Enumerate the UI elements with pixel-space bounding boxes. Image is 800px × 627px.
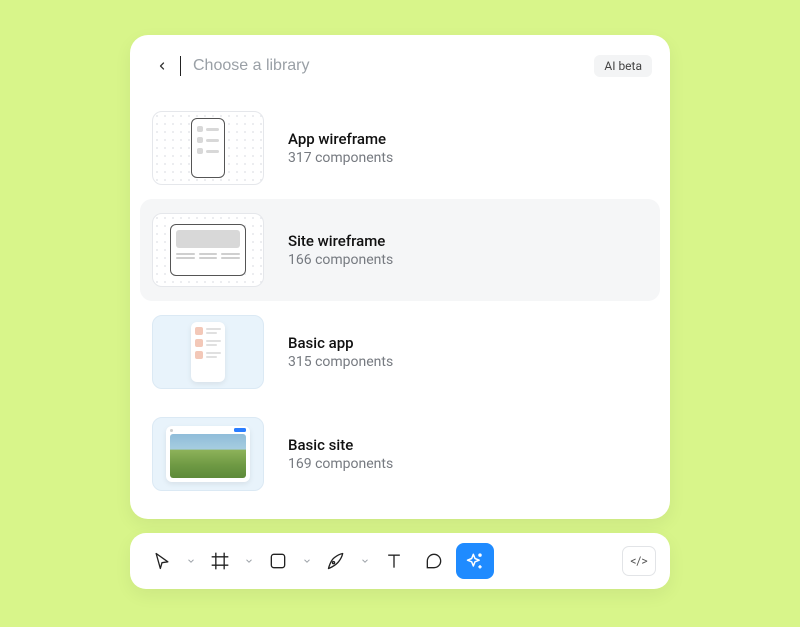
thumbnail-basic-site [152,417,264,491]
comment-tool[interactable] [416,543,452,579]
library-panel: AI beta App wireframe 317 components [130,35,670,519]
frame-tool-chevron[interactable] [242,543,256,579]
library-item-site-wireframe[interactable]: Site wireframe 166 components [140,199,660,301]
library-count: 317 components [288,150,393,166]
library-count: 166 components [288,252,393,268]
library-item-app-wireframe[interactable]: App wireframe 317 components [140,97,660,199]
library-title: App wireframe [288,130,393,148]
text-tool[interactable] [376,543,412,579]
tool-bar: </> [130,533,670,589]
shape-tool-chevron[interactable] [300,543,314,579]
thumbnail-basic-app [152,315,264,389]
shape-tool[interactable] [260,543,296,579]
ai-tool[interactable] [456,543,494,579]
ai-beta-badge[interactable]: AI beta [594,55,652,77]
back-button[interactable] [152,56,172,76]
pen-tool-chevron[interactable] [358,543,372,579]
text-cursor [180,56,181,76]
thumbnail-site-wireframe [152,213,264,287]
library-title: Basic app [288,334,393,352]
pen-tool[interactable] [318,543,354,579]
library-title: Basic site [288,436,393,454]
library-count: 315 components [288,354,393,370]
library-search-input[interactable] [191,53,586,79]
frame-tool[interactable] [202,543,238,579]
library-title: Site wireframe [288,232,393,250]
library-item-basic-app[interactable]: Basic app 315 components [140,301,660,403]
library-list: App wireframe 317 components Site wirefr… [140,97,660,505]
dev-mode-toggle[interactable]: </> [622,546,656,576]
thumbnail-app-wireframe [152,111,264,185]
library-count: 169 components [288,456,393,472]
select-tool-chevron[interactable] [184,543,198,579]
library-item-basic-site[interactable]: Basic site 169 components [140,403,660,505]
panel-header: AI beta [140,49,660,87]
select-tool[interactable] [144,543,180,579]
